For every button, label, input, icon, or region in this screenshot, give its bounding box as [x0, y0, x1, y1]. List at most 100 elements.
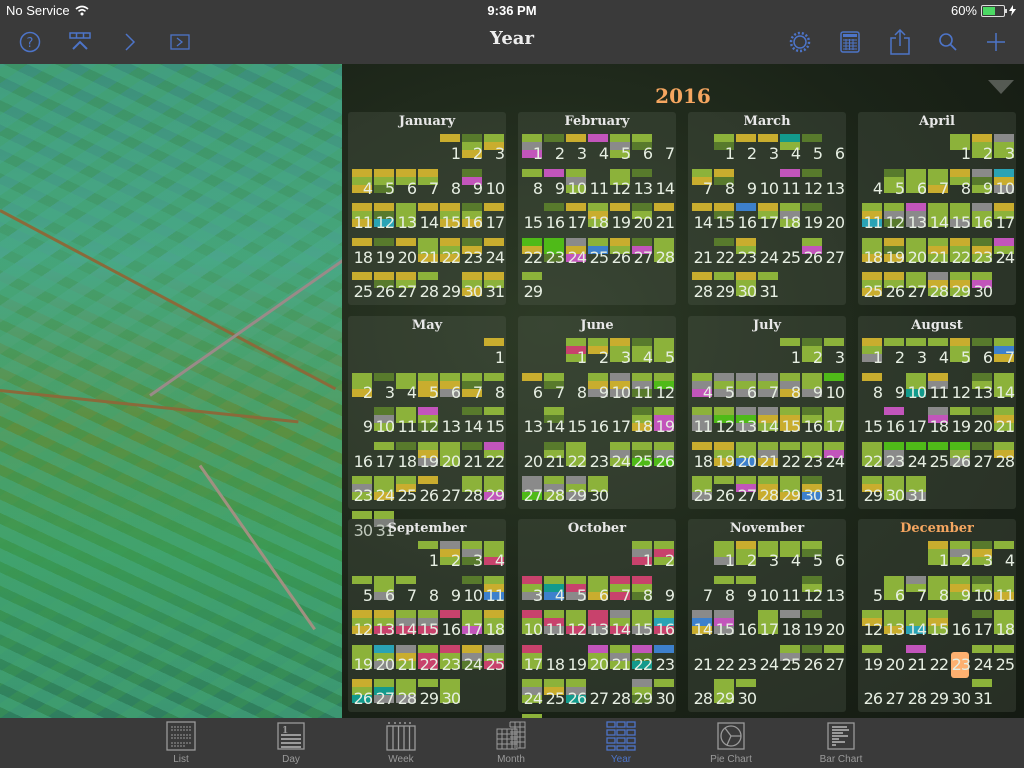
- day-cell[interactable]: 25: [351, 270, 373, 304]
- day-cell[interactable]: 9: [949, 574, 971, 608]
- day-cell[interactable]: 31: [971, 677, 993, 711]
- day-cell[interactable]: 18: [483, 608, 505, 642]
- day-cell[interactable]: 17: [609, 405, 631, 439]
- day-cell[interactable]: 2: [587, 336, 609, 370]
- month-august[interactable]: August 1 2 3 4 5 6 7 8 9 10 11 12 13 14 15 16 17 18 19 20 21 2…: [858, 316, 1016, 509]
- day-cell[interactable]: 9: [351, 405, 373, 439]
- tab-list[interactable]: List: [146, 720, 216, 766]
- day-cell[interactable]: 16: [653, 608, 675, 642]
- day-cell[interactable]: 8: [861, 371, 883, 405]
- day-cell[interactable]: 8: [713, 574, 735, 608]
- day-cell[interactable]: 17: [971, 608, 993, 642]
- day-cell[interactable]: 8: [439, 167, 461, 201]
- day-cell[interactable]: 4: [993, 539, 1015, 573]
- day-cell[interactable]: 12: [609, 167, 631, 201]
- day-cell[interactable]: 28: [757, 474, 779, 508]
- day-cell[interactable]: 9: [461, 167, 483, 201]
- day-cell[interactable]: 18: [543, 643, 565, 677]
- day-cell[interactable]: 23: [587, 440, 609, 474]
- day-cell[interactable]: 6: [735, 371, 757, 405]
- day-cell[interactable]: 30: [439, 677, 461, 711]
- day-cell[interactable]: 29: [521, 270, 543, 304]
- day-cell[interactable]: 10: [905, 371, 927, 405]
- day-cell[interactable]: 31: [757, 270, 779, 304]
- day-cell[interactable]: 29: [483, 474, 505, 508]
- day-cell[interactable]: 13: [395, 201, 417, 235]
- tab-week[interactable]: Week: [366, 720, 436, 766]
- day-cell[interactable]: 10: [609, 371, 631, 405]
- day-cell[interactable]: 29: [949, 270, 971, 304]
- day-cell[interactable]: 4: [779, 539, 801, 573]
- day-cell[interactable]: 22: [417, 643, 439, 677]
- day-cell[interactable]: 14: [653, 167, 675, 201]
- day-cell[interactable]: 28: [653, 236, 675, 270]
- day-cell[interactable]: 30: [949, 677, 971, 711]
- day-cell[interactable]: 26: [417, 474, 439, 508]
- day-cell[interactable]: 21: [691, 643, 713, 677]
- day-cell[interactable]: 11: [631, 371, 653, 405]
- day-cell[interactable]: 7: [691, 167, 713, 201]
- month-january[interactable]: January 1 2 3 4 5 6 7 8 9 10 11 12 13 14 15 16 17 18 19 20 21…: [348, 112, 506, 305]
- day-cell[interactable]: 29: [779, 474, 801, 508]
- day-cell[interactable]: 20: [905, 236, 927, 270]
- day-cell[interactable]: 18: [587, 201, 609, 235]
- day-cell[interactable]: 18: [861, 236, 883, 270]
- day-cell[interactable]: 15: [565, 405, 587, 439]
- day-cell[interactable]: 26: [861, 677, 883, 711]
- day-cell[interactable]: 24: [483, 236, 505, 270]
- day-cell[interactable]: 25: [631, 440, 653, 474]
- month-october[interactable]: October 1 2 3 4 5 6 7 8 9 10 11 12 13 14 15 16 17 18 19 20 21…: [518, 519, 676, 718]
- day-cell[interactable]: 8: [713, 167, 735, 201]
- day-cell[interactable]: 22: [927, 643, 949, 677]
- search-button[interactable]: [934, 28, 962, 56]
- day-cell[interactable]: 3: [461, 539, 483, 573]
- day-cell[interactable]: 5: [609, 132, 631, 166]
- day-cell[interactable]: 12: [373, 201, 395, 235]
- day-cell[interactable]: 1: [713, 132, 735, 166]
- day-cell[interactable]: 6: [439, 371, 461, 405]
- day-cell[interactable]: 11: [861, 201, 883, 235]
- day-cell[interactable]: 15: [521, 201, 543, 235]
- day-cell[interactable]: 24: [565, 236, 587, 270]
- day-cell[interactable]: 30: [801, 474, 823, 508]
- day-cell[interactable]: 16: [735, 608, 757, 642]
- day-cell[interactable]: 22: [439, 236, 461, 270]
- day-cell[interactable]: 11: [543, 608, 565, 642]
- day-cell[interactable]: 23: [801, 440, 823, 474]
- month-april[interactable]: April 1 2 3 4 5 6 7 8 9 10 11 12 13 14 15 16 17 18 19 20 21 22…: [858, 112, 1016, 305]
- day-cell[interactable]: 27: [823, 236, 845, 270]
- day-cell[interactable]: 5: [351, 574, 373, 608]
- day-cell[interactable]: 8: [927, 574, 949, 608]
- day-cell[interactable]: 13: [735, 405, 757, 439]
- day-cell[interactable]: 26: [949, 440, 971, 474]
- day-cell[interactable]: 13: [373, 608, 395, 642]
- day-cell[interactable]: 30: [461, 270, 483, 304]
- day-cell[interactable]: 19: [801, 201, 823, 235]
- tab-day[interactable]: 1 Day: [256, 720, 326, 766]
- day-cell[interactable]: 16: [461, 201, 483, 235]
- day-cell[interactable]: 18: [779, 201, 801, 235]
- dropdown-triangle-icon[interactable]: [988, 80, 1014, 94]
- day-cell[interactable]: 10: [483, 167, 505, 201]
- day-cell[interactable]: 24: [757, 236, 779, 270]
- day-cell[interactable]: 21: [927, 236, 949, 270]
- day-cell[interactable]: 6: [823, 132, 845, 166]
- day-cell[interactable]: 21: [993, 405, 1015, 439]
- day-cell[interactable]: 28: [395, 677, 417, 711]
- day-cell[interactable]: 23: [735, 643, 757, 677]
- day-cell[interactable]: 27: [373, 677, 395, 711]
- day-cell[interactable]: 12: [417, 405, 439, 439]
- day-cell[interactable]: 2: [971, 132, 993, 166]
- day-cell[interactable]: 6: [823, 539, 845, 573]
- day-cell[interactable]: 29: [417, 677, 439, 711]
- month-november[interactable]: November 1 2 3 4 5 6 7 8 9 10 11 12 13 14 15 16 17 18 19 20 2…: [688, 519, 846, 712]
- day-cell[interactable]: 22: [861, 440, 883, 474]
- day-cell[interactable]: 10: [971, 574, 993, 608]
- day-cell[interactable]: 13: [521, 405, 543, 439]
- day-cell[interactable]: 2: [949, 539, 971, 573]
- day-cell[interactable]: 16: [587, 405, 609, 439]
- day-cell[interactable]: 26: [713, 474, 735, 508]
- day-cell[interactable]: 22: [779, 440, 801, 474]
- day-cell[interactable]: 4: [395, 371, 417, 405]
- day-cell[interactable]: 14: [461, 405, 483, 439]
